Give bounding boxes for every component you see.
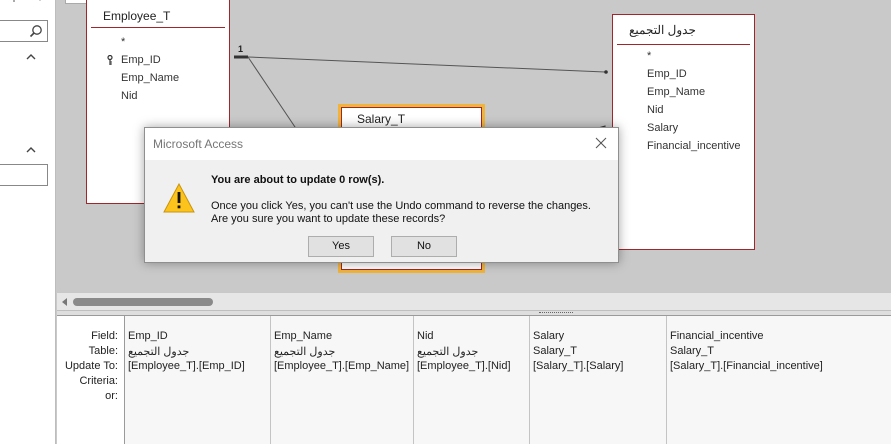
grid-cell-field[interactable]: Financial_incentive — [670, 330, 764, 342]
scrollbar-thumb[interactable] — [73, 298, 213, 306]
employee-field-nid[interactable]: Nid — [87, 87, 229, 105]
chevron-up-icon[interactable] — [25, 52, 37, 62]
dialog-heading: You are about to update 0 row(s). — [211, 174, 385, 186]
warning-icon — [163, 183, 195, 213]
grid-columns: Emp_ID جدول التجميع [Employee_T].[Emp_ID… — [125, 316, 891, 444]
grid-cell-field[interactable]: Nid — [417, 330, 434, 342]
row-label-criteria: Criteria: — [79, 375, 118, 387]
splitter-grip[interactable] — [539, 312, 573, 314]
grid-cell-table[interactable]: جدول التجميع — [128, 345, 189, 358]
grid-cell-update-to[interactable]: [Salary_T].[Financial_incentive] — [670, 360, 823, 372]
grid-column[interactable]: Nid جدول التجميع [Employee_T].[Nid] — [414, 316, 530, 444]
grid-cell-table[interactable]: جدول التجميع — [274, 345, 335, 358]
grid-column[interactable]: Salary Salary_T [Salary_T].[Salary] — [530, 316, 667, 444]
relationship-one-label: 1 — [238, 44, 243, 54]
employee-field-all[interactable]: * — [87, 33, 229, 51]
yes-button[interactable]: Yes — [308, 236, 374, 257]
employee-field-emp-id[interactable]: Emp_ID — [87, 51, 229, 69]
chevron-up-icon[interactable] — [25, 145, 37, 155]
design-horizontal-scrollbar[interactable] — [57, 292, 891, 310]
dialog-message-line2: Are you sure you want to update these re… — [211, 213, 446, 225]
grid-cell-table[interactable]: Salary_T — [670, 345, 714, 357]
grid-cell-update-to[interactable]: [Employee_T].[Nid] — [417, 360, 511, 372]
row-label-table: Table: — [88, 345, 118, 357]
update-confirmation-dialog: Microsoft Access You are about to update… — [144, 127, 619, 263]
dialog-message-line1: Once you click Yes, you can't use the Un… — [211, 200, 591, 212]
aggregate-field-financial-incentive[interactable]: Financial_incentive — [613, 137, 754, 155]
aggregate-field-emp-name[interactable]: Emp_Name — [613, 83, 754, 101]
row-label-field: Field: — [91, 330, 118, 342]
search-icon[interactable] — [29, 24, 43, 38]
grid-cell-update-to[interactable]: [Employee_T].[Emp_ID] — [128, 360, 245, 372]
dialog-title: Microsoft Access — [153, 137, 244, 151]
query-design-grid: Field: Table: Update To: Criteria: or: E… — [57, 316, 891, 444]
employee-table-title[interactable]: Employee_T — [91, 4, 225, 28]
row-label-update-to: Update To: — [64, 360, 118, 372]
grid-row-labels: Field: Table: Update To: Criteria: or: — [57, 316, 125, 444]
scroll-left-arrow-icon[interactable] — [62, 298, 67, 306]
nav-search-input[interactable] — [0, 20, 48, 42]
aggregate-field-nid[interactable]: Nid — [613, 101, 754, 119]
grid-cell-update-to[interactable]: [Salary_T].[Salary] — [533, 360, 623, 372]
aggregate-field-emp-id[interactable]: Emp_ID — [613, 65, 754, 83]
employee-field-emp-name[interactable]: Emp_Name — [87, 69, 229, 87]
grid-column[interactable]: Emp_Name جدول التجميع [Employee_T].[Emp_… — [271, 316, 414, 444]
grid-cell-update-to[interactable]: [Employee_T].[Emp_Name] — [274, 360, 409, 372]
nav-top-icons[interactable] — [8, 0, 48, 6]
grid-cell-field[interactable]: Salary — [533, 330, 564, 342]
row-label-or: or: — [105, 390, 118, 402]
grid-cell-field[interactable]: Emp_ID — [128, 330, 168, 342]
grid-cell-field[interactable]: Emp_Name — [274, 330, 332, 342]
aggregate-table[interactable]: جدول التجميع * Emp_ID Emp_Name Nid Salar… — [612, 14, 755, 250]
employee-field-emp-id-label: Emp_ID — [121, 54, 161, 66]
nav-object-item[interactable] — [0, 164, 48, 186]
aggregate-table-title[interactable]: جدول التجميع — [617, 15, 750, 45]
no-button[interactable]: No — [391, 236, 457, 257]
dialog-title-bar: Microsoft Access — [145, 128, 618, 160]
grid-cell-table[interactable]: Salary_T — [533, 345, 577, 357]
aggregate-field-all[interactable]: * — [613, 47, 754, 65]
grid-column[interactable]: Emp_ID جدول التجميع [Employee_T].[Emp_ID… — [125, 316, 271, 444]
grid-cell-table[interactable]: جدول التجميع — [417, 345, 478, 358]
aggregate-field-salary[interactable]: Salary — [613, 119, 754, 137]
navigation-pane — [0, 0, 56, 444]
grid-column[interactable]: Financial_incentive Salary_T [Salary_T].… — [667, 316, 891, 444]
close-icon[interactable] — [594, 136, 608, 150]
